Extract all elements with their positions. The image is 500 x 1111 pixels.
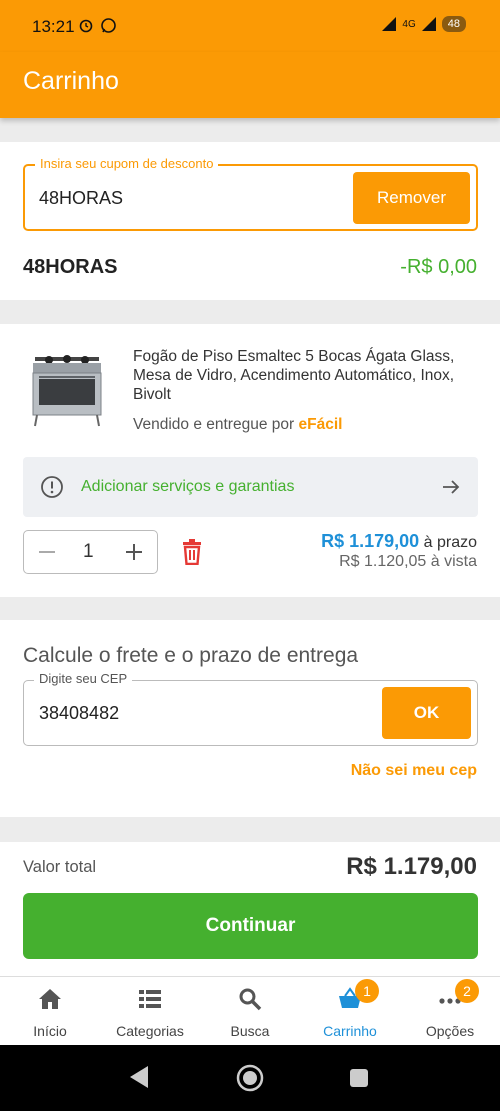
- nav-label-home: Início: [33, 1023, 67, 1039]
- remove-coupon-button[interactable]: Remover: [353, 172, 470, 224]
- list-icon: [139, 990, 161, 1008]
- quantity-stepper: 1: [23, 530, 158, 574]
- status-time: 13:21: [32, 17, 75, 36]
- price-cash: R$ 1.120,05 à vista: [339, 553, 477, 570]
- total-value: R$ 1.179,00: [346, 853, 477, 880]
- nav-label-options: Opções: [425, 1023, 475, 1039]
- calculate-shipping-button[interactable]: OK: [382, 687, 471, 739]
- nav-item-home[interactable]: Início: [0, 977, 100, 1046]
- coupon-discount-value: -R$ 0,00: [400, 256, 477, 278]
- info-icon: [41, 476, 63, 498]
- nav-item-cart[interactable]: 1 Carrinho: [300, 977, 400, 1046]
- whatsapp-icon: [101, 18, 116, 33]
- seller-name[interactable]: eFácil: [298, 416, 342, 433]
- total-label: Valor total: [23, 858, 97, 876]
- network-type: 4G: [402, 18, 416, 30]
- back-icon[interactable]: [128, 1065, 150, 1089]
- battery-indicator: 48: [441, 16, 466, 32]
- add-services-label: Adicionar serviços e garantias: [81, 478, 295, 495]
- nav-label-categories: Categorias: [116, 1023, 184, 1039]
- seller-line: Vendido e entregue por eFácil: [133, 416, 342, 434]
- seller-prefix: Vendido e entregue por: [133, 416, 295, 433]
- remove-item-icon[interactable]: [181, 539, 203, 565]
- price-installment-value: R$ 1.179,00: [321, 531, 420, 551]
- continue-button[interactable]: Continuar: [23, 893, 478, 959]
- cep-field[interactable]: Digite seu CEP 38408482 OK: [23, 671, 478, 746]
- home-icon: [39, 989, 61, 1009]
- coupon-field[interactable]: Insira seu cupom de desconto 48HORAS Rem…: [23, 156, 478, 231]
- recent-apps-icon[interactable]: [349, 1068, 369, 1088]
- arrow-right-icon: [443, 480, 460, 494]
- quantity-value: 1: [83, 541, 94, 562]
- coupon-card: Insira seu cupom de desconto 48HORAS Rem…: [0, 142, 500, 300]
- decrease-quantity-button[interactable]: [36, 541, 58, 563]
- bottom-nav: Início Categorias Busca 1 Carrinho 2 Opç…: [0, 976, 500, 1045]
- add-services-button[interactable]: Adicionar serviços e garantias: [23, 457, 478, 517]
- coupon-field-label: Insira seu cupom de desconto: [35, 156, 219, 171]
- search-icon: [239, 988, 262, 1011]
- dont-know-cep-link[interactable]: Não sei meu cep: [351, 762, 477, 780]
- shipping-card: Calcule o frete e o prazo de entrega Dig…: [0, 620, 500, 817]
- cart-badge: 1: [355, 979, 379, 1003]
- product-image: [32, 355, 102, 427]
- cep-field-label: Digite seu CEP: [34, 671, 133, 686]
- home-button-icon[interactable]: [236, 1064, 264, 1092]
- page-title: Carrinho: [23, 67, 119, 95]
- nav-label-search: Busca: [230, 1023, 270, 1039]
- status-bar: 13:21 4G 48: [0, 0, 500, 52]
- app-bar: Carrinho: [0, 52, 500, 118]
- price-installment: R$ 1.179,00 à prazo: [321, 531, 477, 552]
- options-badge: 2: [455, 979, 479, 1003]
- alarm-icon: [79, 19, 93, 33]
- applied-coupon-code: 48HORAS: [23, 256, 118, 278]
- nav-label-cart: Carrinho: [323, 1023, 377, 1039]
- cep-input[interactable]: 38408482: [39, 703, 119, 724]
- cart-item-card: Fogão de Piso Esmaltec 5 Bocas Ágata Gla…: [0, 324, 500, 597]
- installment-suffix: à prazo: [423, 534, 477, 551]
- nav-item-options[interactable]: 2 Opções: [400, 977, 500, 1046]
- increase-quantity-button[interactable]: [123, 541, 145, 563]
- shipping-title: Calcule o frete e o prazo de entrega: [23, 644, 359, 667]
- system-nav-bar: [0, 1045, 500, 1111]
- signal-icon-2: [421, 17, 436, 31]
- summary-card: Valor total R$ 1.179,00 Continuar: [0, 842, 500, 976]
- product-name[interactable]: Fogão de Piso Esmaltec 5 Bocas Ágata Gla…: [133, 347, 483, 404]
- coupon-input[interactable]: 48HORAS: [39, 188, 123, 209]
- nav-item-categories[interactable]: Categorias: [100, 977, 200, 1046]
- signal-icon: [382, 17, 397, 31]
- nav-item-search[interactable]: Busca: [200, 977, 300, 1046]
